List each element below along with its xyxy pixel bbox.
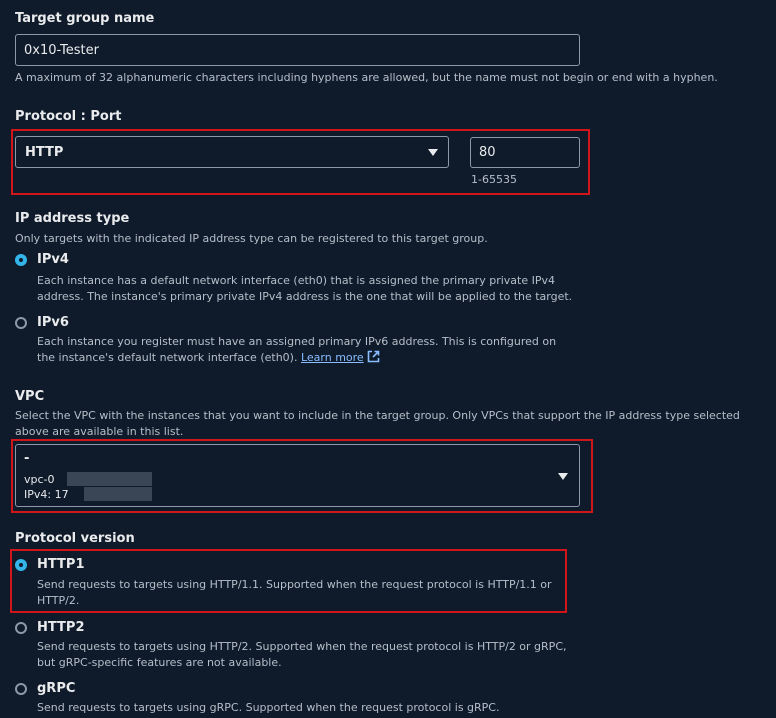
protocol-select-value: HTTP bbox=[25, 145, 64, 160]
radio-ipv6[interactable] bbox=[15, 317, 27, 329]
ipv6-desc: Each instance you register must have an … bbox=[37, 334, 577, 366]
vpc-help: Select the VPC with the instances that y… bbox=[15, 409, 740, 438]
ip-address-type-help: Only targets with the indicated IP addre… bbox=[15, 232, 488, 245]
chevron-down-icon bbox=[558, 473, 568, 480]
ipv4-title: IPv4 bbox=[37, 252, 69, 267]
redaction-mask bbox=[67, 472, 152, 486]
vpc-select[interactable]: - vpc-0 IPv4: 17 bbox=[15, 444, 580, 507]
learn-more-link[interactable]: Learn more bbox=[301, 351, 364, 364]
target-group-name-help: A maximum of 32 alphanumeric characters … bbox=[15, 71, 718, 84]
vpc-label: VPC bbox=[15, 389, 45, 404]
protocol-port-label: Protocol : Port bbox=[15, 109, 122, 124]
grpc-title: gRPC bbox=[37, 681, 76, 696]
http2-title: HTTP2 bbox=[37, 620, 85, 635]
vpc-selected-name: - bbox=[24, 451, 30, 466]
ip-address-type-label: IP address type bbox=[15, 211, 130, 226]
ipv4-desc: Each instance has a default network inte… bbox=[37, 274, 573, 303]
protocol-select[interactable]: HTTP bbox=[15, 136, 449, 168]
vpc-id: vpc-0 bbox=[24, 473, 55, 486]
external-link-icon[interactable] bbox=[367, 350, 380, 363]
port-input[interactable]: 80 bbox=[470, 137, 580, 168]
redaction-mask bbox=[84, 487, 152, 501]
http1-desc: Send requests to targets using HTTP/1.1.… bbox=[37, 578, 552, 607]
port-hint: 1-65535 bbox=[471, 173, 517, 186]
target-group-name-label: Target group name bbox=[15, 11, 155, 26]
radio-http1[interactable] bbox=[15, 559, 27, 571]
radio-ipv4[interactable] bbox=[15, 254, 27, 266]
ipv6-title: IPv6 bbox=[37, 315, 69, 330]
grpc-desc: Send requests to targets using gRPC. Sup… bbox=[37, 701, 500, 714]
vpc-ipv4: IPv4: 17 bbox=[24, 488, 69, 501]
port-value: 80 bbox=[479, 145, 496, 160]
protocol-version-label: Protocol version bbox=[15, 531, 135, 546]
ipv6-desc-text: Each instance you register must have an … bbox=[37, 335, 557, 364]
radio-http2[interactable] bbox=[15, 622, 27, 634]
target-group-name-value: 0x10-Tester bbox=[24, 42, 99, 58]
http2-desc: Send requests to targets using HTTP/2. S… bbox=[37, 640, 567, 669]
http1-title: HTTP1 bbox=[37, 557, 85, 572]
target-group-name-input[interactable]: 0x10-Tester bbox=[15, 34, 580, 66]
radio-grpc[interactable] bbox=[15, 683, 27, 695]
chevron-down-icon bbox=[428, 149, 438, 156]
